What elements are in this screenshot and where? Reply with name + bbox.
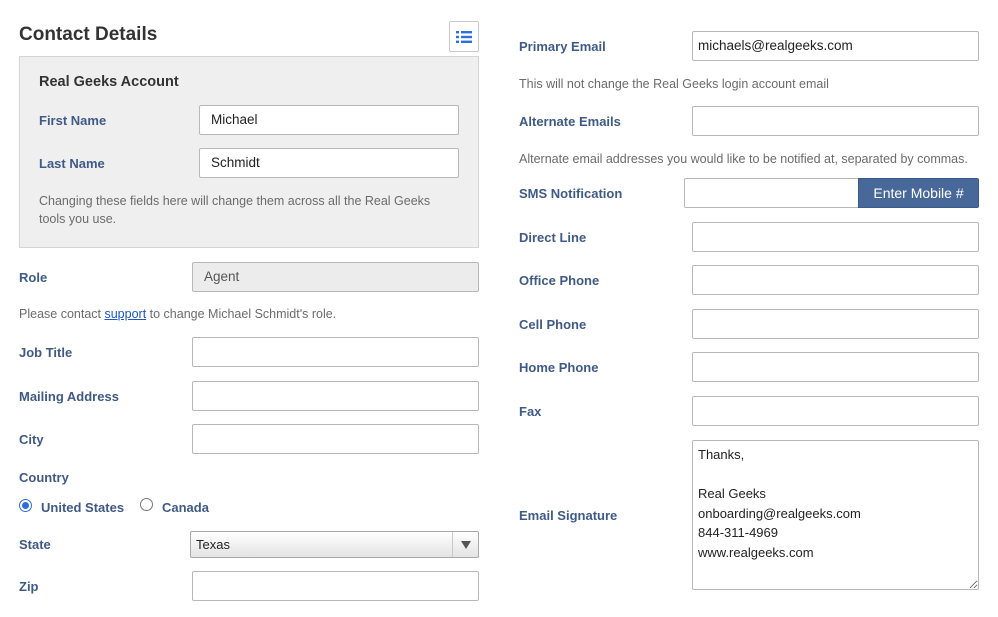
office-phone-input[interactable] — [692, 265, 979, 295]
city-input[interactable] — [192, 424, 479, 454]
country-radio-united-states[interactable] — [19, 499, 32, 512]
job-title-input[interactable] — [192, 337, 479, 367]
account-panel-title: Real Geeks Account — [39, 74, 179, 90]
primary-email-label: Primary Email — [519, 39, 606, 54]
job-title-label: Job Title — [19, 345, 73, 360]
home-phone-label: Home Phone — [519, 360, 599, 375]
cell-phone-input[interactable] — [692, 309, 979, 339]
list-icon — [456, 30, 472, 43]
office-phone-label: Office Phone — [519, 273, 600, 288]
primary-email-input[interactable]: michaels@realgeeks.com — [692, 31, 979, 61]
last-name-input[interactable]: Schmidt — [199, 148, 459, 178]
direct-line-label: Direct Line — [519, 230, 587, 245]
email-signature-textarea[interactable] — [692, 440, 979, 590]
alternate-emails-label: Alternate Emails — [519, 114, 621, 129]
sms-notification-label: SMS Notification — [519, 186, 623, 201]
direct-line-input[interactable] — [692, 222, 979, 252]
country-label: Country — [19, 470, 69, 485]
email-signature-label: Email Signature — [519, 508, 618, 523]
enter-mobile-button[interactable]: Enter Mobile # — [858, 178, 979, 208]
page-title: Contact Details — [19, 24, 158, 45]
first-name-input[interactable]: Michael — [199, 105, 459, 135]
last-name-label: Last Name — [39, 156, 105, 171]
state-label: State — [19, 537, 51, 552]
state-select[interactable]: Texas — [190, 531, 479, 558]
state-selected-value: Texas — [196, 537, 230, 552]
city-label: City — [19, 432, 44, 447]
primary-email-help: This will not change the Real Geeks logi… — [519, 77, 829, 91]
zip-input[interactable] — [192, 571, 479, 601]
role-help-suffix: to change Michael Schmidt's role. — [146, 307, 337, 321]
account-help-text: Changing these fields here will change t… — [39, 194, 431, 226]
support-link[interactable]: support — [104, 307, 146, 321]
country-option-canada[interactable]: Canada — [162, 500, 209, 515]
zip-label: Zip — [19, 579, 39, 594]
account-panel: Real Geeks Account First Name Michael La… — [19, 56, 479, 248]
fax-input[interactable] — [692, 396, 979, 426]
country-option-united-states[interactable]: United States — [41, 500, 124, 515]
role-field: Agent — [192, 262, 479, 292]
alternate-emails-input[interactable] — [692, 106, 979, 136]
role-help-text: Please contact support to change Michael… — [19, 305, 336, 323]
cell-phone-label: Cell Phone — [519, 317, 587, 332]
role-label: Role — [19, 270, 48, 285]
mailing-address-input[interactable] — [192, 381, 479, 411]
role-help-prefix: Please contact — [19, 307, 105, 321]
sms-mobile-input[interactable] — [684, 178, 859, 208]
fax-label: Fax — [519, 404, 542, 419]
alternate-emails-help: Alternate email addresses you would like… — [519, 152, 968, 166]
mailing-address-label: Mailing Address — [19, 389, 119, 404]
country-radio-canada[interactable] — [140, 498, 153, 511]
list-view-button[interactable] — [449, 21, 479, 52]
first-name-label: First Name — [39, 113, 107, 128]
chevron-down-icon — [452, 532, 478, 557]
home-phone-input[interactable] — [692, 352, 979, 382]
